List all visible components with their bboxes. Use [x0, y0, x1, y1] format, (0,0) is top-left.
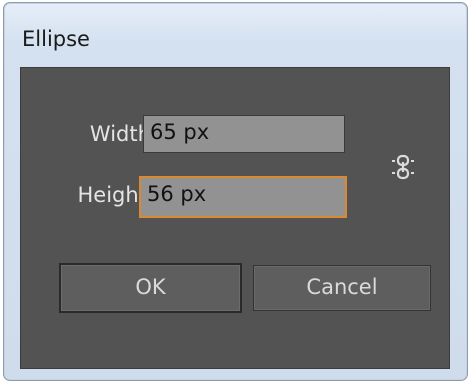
cancel-button[interactable]: Cancel [253, 265, 431, 311]
ok-button[interactable]: OK [59, 263, 242, 313]
ellipse-dialog: Ellipse Width: 65 px Height: 56 px OK Ca… [3, 2, 468, 381]
height-input[interactable]: 56 px [139, 176, 347, 218]
width-label: Width: [89, 122, 158, 146]
height-label: Height: [77, 183, 155, 207]
width-input[interactable]: 65 px [143, 115, 345, 153]
dialog-title: Ellipse [22, 27, 90, 51]
link-chain-icon[interactable] [391, 150, 415, 184]
dialog-body: Width: 65 px Height: 56 px OK Cancel [20, 67, 450, 369]
title-bar[interactable]: Ellipse [4, 3, 467, 67]
